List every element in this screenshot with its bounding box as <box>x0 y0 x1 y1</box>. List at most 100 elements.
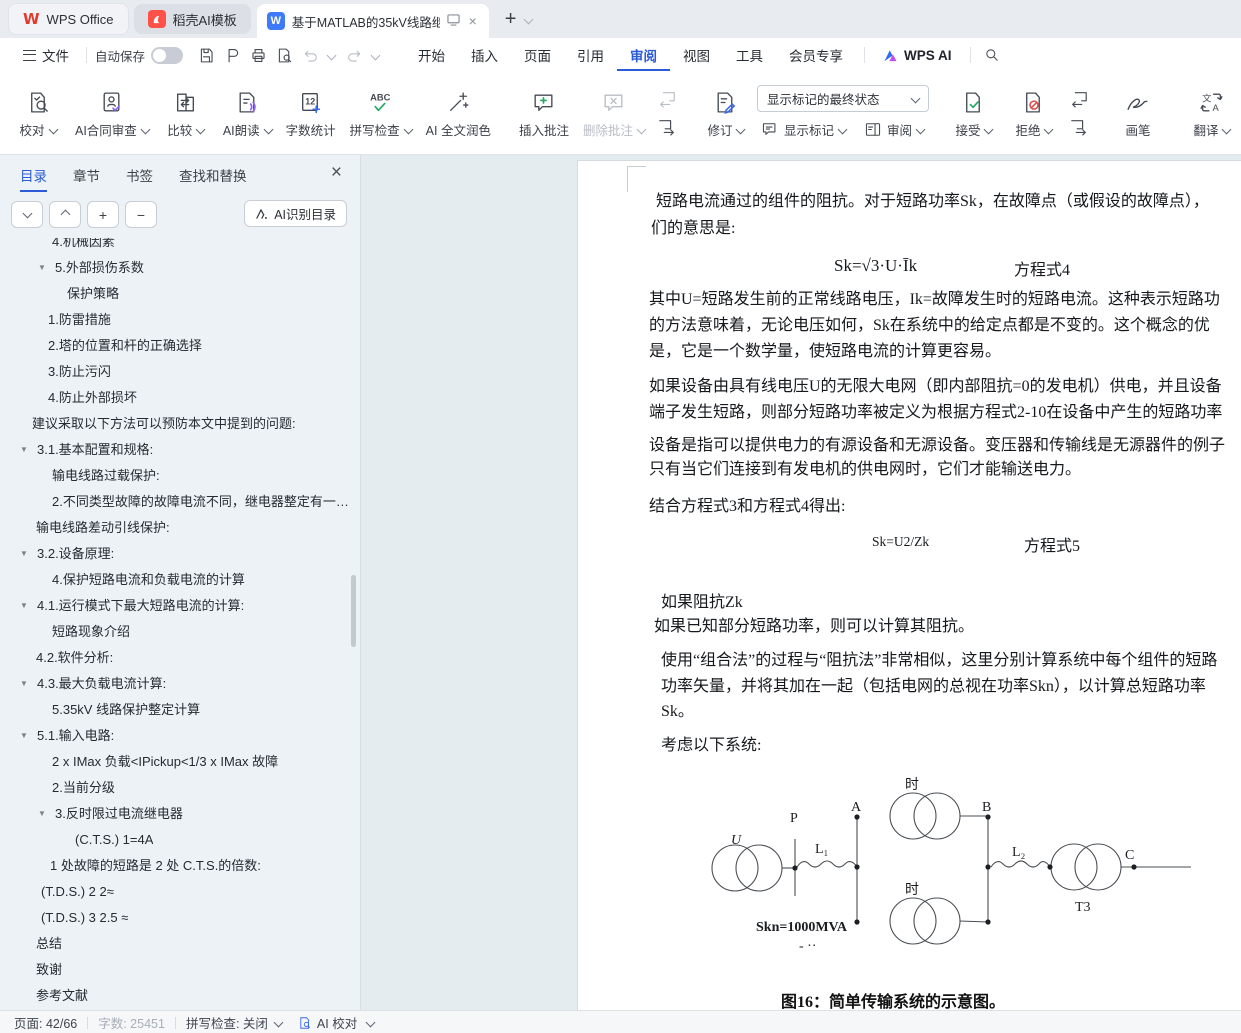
toc-item[interactable]: 2 x IMax 负载<IPickup<1/3 x IMax 故障 <box>0 749 350 775</box>
toc-item[interactable]: ▼3.1.基本配置和规格: <box>0 437 350 463</box>
menu-tab-tools[interactable]: 工具 <box>723 39 776 71</box>
translate-button[interactable]: 文A 翻译 <box>1183 84 1241 143</box>
redo-button[interactable] <box>341 43 367 67</box>
tab-contents[interactable]: 目录 <box>20 165 47 192</box>
menu-tab-reference[interactable]: 引用 <box>564 39 617 71</box>
toc-collapse-arrow-icon[interactable]: ▼ <box>20 593 37 619</box>
toc-item[interactable]: ▼5.1.输入电路: <box>0 723 350 749</box>
previous-change-button[interactable] <box>1065 87 1093 111</box>
tab-chapters[interactable]: 章节 <box>73 165 100 192</box>
tab-docer-templates[interactable]: 稻壳AI模板 <box>134 4 251 34</box>
collapse-all-button[interactable] <box>11 201 43 228</box>
delete-comment-button[interactable]: 删除批注 <box>577 84 651 143</box>
spell-check-button[interactable]: ABC 拼写检查 <box>344 84 418 143</box>
ai-recognize-toc-button[interactable]: AI识别目录 <box>244 200 347 227</box>
screen-share-icon[interactable] <box>447 14 460 29</box>
toc-collapse-arrow-icon[interactable]: ▼ <box>20 541 37 567</box>
toc-item[interactable]: 2.塔的位置和杆的正确选择 <box>0 333 350 359</box>
insert-comment-button[interactable]: 插入批注 <box>513 84 575 143</box>
menu-tab-page[interactable]: 页面 <box>511 39 564 71</box>
new-tab-button[interactable]: + <box>501 8 521 31</box>
word-count-indicator[interactable]: 字数: 25451 <box>98 1013 165 1032</box>
close-pane-icon[interactable]: × <box>331 163 342 182</box>
document-view[interactable]: 短路电流通过的组件的阻抗。对于短路功率Sk，在故障点（或假设的故障点），们的意思… <box>361 155 1241 1010</box>
export-pdf-button[interactable] <box>219 43 245 67</box>
proofread-button[interactable]: 校对 <box>9 84 67 143</box>
expand-all-button[interactable] <box>49 201 81 228</box>
accept-changes-button[interactable]: 接受 <box>945 84 1003 143</box>
toc-item[interactable]: ▼5.外部损伤系数 <box>0 255 350 281</box>
toc-item[interactable]: (T.D.S.) 2 2≈ <box>0 879 350 905</box>
toc-item[interactable]: 4.机械因素 <box>0 238 350 255</box>
toc-item[interactable]: 1.防雷措施 <box>0 307 350 333</box>
compare-button[interactable]: 比较 <box>157 84 215 143</box>
menu-tab-review[interactable]: 审阅 <box>617 39 670 71</box>
tab-document[interactable]: W 基于MATLAB的35kV线路继 × <box>257 4 489 38</box>
menu-tab-home[interactable]: 开始 <box>405 39 458 71</box>
spell-check-status[interactable]: 拼写检查: 关闭 <box>186 1013 282 1032</box>
toc-collapse-arrow-icon[interactable]: ▼ <box>38 255 55 281</box>
toc-item[interactable]: 短路现象介绍 <box>0 619 350 645</box>
previous-comment-button[interactable] <box>653 87 681 111</box>
ai-proofread-status[interactable]: AI 校对 <box>298 1013 374 1032</box>
toc-item[interactable]: 输电线路过载保护: <box>0 463 350 489</box>
toc-collapse-arrow-icon[interactable]: ▼ <box>20 723 37 749</box>
ai-contract-review-button[interactable]: AI合同审查 <box>69 84 155 143</box>
toc-item[interactable]: 建议采取以下方法可以预防本文中提到的问题: <box>0 411 350 437</box>
tab-list-chevron-icon[interactable] <box>524 14 534 24</box>
search-icon[interactable] <box>979 43 1005 67</box>
toc-item[interactable]: 4.保护短路电流和负载电流的计算 <box>0 567 350 593</box>
undo-button[interactable] <box>297 43 323 67</box>
toc-item[interactable]: 5.35kV 线路保护整定计算 <box>0 697 350 723</box>
document-page[interactable]: 短路电流通过的组件的阻抗。对于短路功率Sk，在故障点（或假设的故障点），们的意思… <box>577 160 1241 1010</box>
page-indicator[interactable]: 页面: 42/66 <box>14 1013 77 1032</box>
track-changes-button[interactable]: 修订 <box>697 84 755 143</box>
ink-brush-button[interactable]: 画笔 <box>1109 84 1167 143</box>
autosave-toggle[interactable] <box>151 47 183 64</box>
next-change-button[interactable] <box>1065 115 1093 139</box>
close-tab-icon[interactable]: × <box>467 13 479 29</box>
tab-find-replace[interactable]: 查找和替换 <box>179 165 247 192</box>
menu-tab-member[interactable]: 会员专享 <box>776 39 856 71</box>
print-button[interactable] <box>245 43 271 67</box>
toc-item[interactable]: 3.防止污闪 <box>0 359 350 385</box>
reject-changes-button[interactable]: 拒绝 <box>1005 84 1063 143</box>
toc-item[interactable]: 4.2.软件分析: <box>0 645 350 671</box>
toc-item[interactable]: 致谢 <box>0 957 350 983</box>
toc-collapse-arrow-icon[interactable]: ▼ <box>38 801 55 827</box>
review-pane-button[interactable]: 审阅 <box>860 118 928 142</box>
menu-tab-insert[interactable]: 插入 <box>458 39 511 71</box>
toc-item[interactable]: 2.当前分级 <box>0 775 350 801</box>
toc-scrollbar-thumb[interactable] <box>351 575 356 647</box>
menu-tab-view[interactable]: 视图 <box>670 39 723 71</box>
word-count-button[interactable]: 12 字数统计 <box>280 84 342 143</box>
zoom-out-toc-button[interactable]: − <box>125 201 157 228</box>
toc-item[interactable]: ▼4.1.运行模式下最大短路电流的计算: <box>0 593 350 619</box>
print-preview-button[interactable] <box>271 43 297 67</box>
markup-state-select[interactable]: 显示标记的最终状态 <box>757 85 929 112</box>
toc-collapse-arrow-icon[interactable]: ▼ <box>20 437 37 463</box>
show-markup-button[interactable]: 显示标记 <box>757 118 850 142</box>
next-comment-button[interactable] <box>653 115 681 139</box>
toc-item[interactable]: ▼4.3.最大负载电流计算: <box>0 671 350 697</box>
toc-item[interactable]: (C.T.S.) 1=4A <box>0 827 350 853</box>
zoom-in-toc-button[interactable]: + <box>87 201 119 228</box>
toc-item[interactable]: (T.D.S.) 3 2.5 ≈ <box>0 905 350 931</box>
toc-item[interactable]: 输电线路差动引线保护: <box>0 515 350 541</box>
redo-history-chevron-icon[interactable] <box>371 50 381 60</box>
toc-item[interactable]: 4.防止外部损坏 <box>0 385 350 411</box>
ai-polish-button[interactable]: AI 全文润色 <box>420 84 497 143</box>
undo-history-chevron-icon[interactable] <box>327 50 337 60</box>
toc-item[interactable]: 保护策略 <box>0 281 350 307</box>
ai-read-aloud-button[interactable]: AI朗读 <box>217 84 278 143</box>
toc-item[interactable]: ▼3.反时限过电流继电器 <box>0 801 350 827</box>
toc-item[interactable]: 总结 <box>0 931 350 957</box>
file-menu[interactable]: 文件 <box>14 41 78 69</box>
toc-item[interactable]: ▼3.2.设备原理: <box>0 541 350 567</box>
toc-item[interactable]: 2.不同类型故障的故障电流不同，继电器整定有一定 ... <box>0 489 350 515</box>
toc-item[interactable]: 1 处故障的短路是 2 处 C.T.S.的倍数: <box>0 853 350 879</box>
tab-wps-office[interactable]: W WPS Office <box>8 3 129 35</box>
save-button[interactable] <box>193 43 219 67</box>
toc-collapse-arrow-icon[interactable]: ▼ <box>20 671 37 697</box>
toc-item[interactable]: 参考文献 <box>0 983 350 1009</box>
